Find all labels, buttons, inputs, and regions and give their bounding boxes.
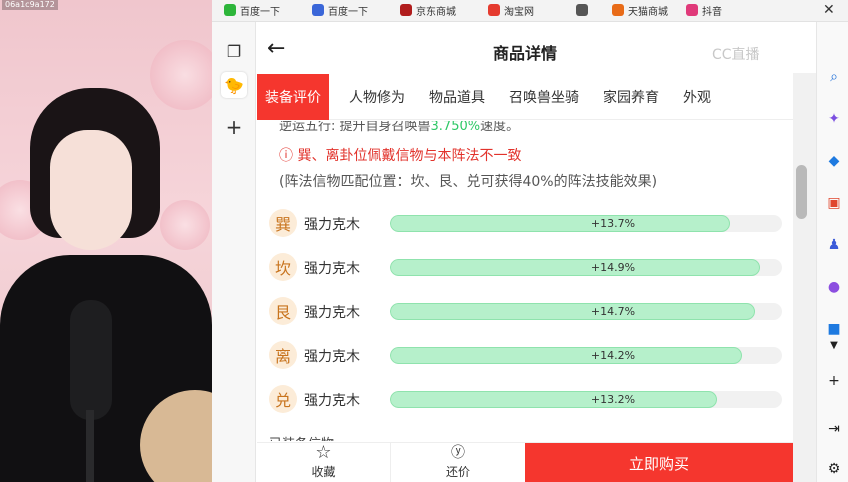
category-tabs: 装备评价 人物修为 物品道具 召唤兽坐骑 家园养育 外观 [257, 74, 793, 120]
progress-track: +14.7% [390, 303, 782, 320]
progress-value: +14.7% [590, 305, 636, 318]
row-label: 强力克木 [304, 393, 360, 409]
trigram-badge: 兑 [269, 385, 297, 413]
tab-appearance[interactable]: 外观 [683, 74, 711, 120]
tab-summon-mount[interactable]: 召唤兽坐骑 [509, 74, 579, 120]
add-icon[interactable]: + [221, 114, 247, 140]
sidebar-toggle-icon[interactable]: ⇥ [825, 420, 843, 438]
bookmark-item[interactable]: 京东商城 [400, 3, 456, 18]
user-icon[interactable]: ♟ [825, 236, 843, 254]
detail-content: 逆运五行: 提升自身召唤兽3.750%速度。 ⓘ 巽、离卦位佩戴信物与本阵法不一… [257, 121, 793, 441]
toolbox-icon[interactable]: ▣ [825, 194, 843, 212]
bookmark-item[interactable]: 百度一下 [224, 3, 280, 18]
bookmark-item[interactable]: 天猫商城 [612, 3, 668, 18]
add-icon[interactable]: + [825, 372, 843, 390]
stream-watermark: CC直播 [712, 47, 760, 63]
trigram-row: 兑 强力克木 +13.2% [269, 385, 783, 415]
match-note: (阵法信物匹配位置：坎、艮、兑可获得40%的阵法技能效果) [279, 174, 658, 190]
bookmark-item[interactable]: 淘宝网 [488, 3, 534, 18]
page-header: ← 商品详情 CC直播 [257, 32, 793, 70]
tab-home-raising[interactable]: 家园养育 [603, 74, 659, 120]
trigram-row: 离 强力克木 +14.2% [269, 341, 783, 371]
yen-circle-icon: ⓨ [451, 445, 465, 461]
tab-items-props[interactable]: 物品道具 [429, 74, 485, 120]
product-detail-page: ← 商品详情 CC直播 装备评价 人物修为 物品道具 召唤兽坐骑 家园养育 外观… [257, 22, 793, 482]
formation-effect-line: 逆运五行: 提升自身召唤兽3.750%速度。 [279, 121, 520, 134]
browser-right-rail: ⌕ ✦ ◆ ▣ ♟ ● ■ ▼ + ⇥ ⚙ [816, 22, 848, 482]
progress-value: +13.7% [590, 217, 636, 230]
buy-now-button[interactable]: 立即购买 [525, 443, 793, 482]
collect-button[interactable]: ☆ 收藏 [257, 443, 391, 482]
tab-overview-icon[interactable]: ❐ [221, 38, 247, 64]
bookmark-icon [576, 4, 588, 16]
scrollbar-thumb[interactable] [796, 165, 807, 219]
trigram-badge: 离 [269, 341, 297, 369]
microphone [70, 300, 112, 420]
bookmark-icon [686, 4, 698, 16]
search-icon[interactable]: ⌕ [825, 68, 843, 86]
row-label: 强力克木 [304, 349, 360, 365]
progress-track: +14.2% [390, 347, 782, 364]
bookmark-icon [400, 4, 412, 16]
bottom-action-bar: ☆ 收藏 ⓨ 还价 立即购买 [257, 442, 793, 482]
close-icon[interactable]: ✕ [823, 2, 835, 18]
progress-track: +14.9% [390, 259, 782, 276]
orb-icon[interactable]: ● [825, 278, 843, 296]
bookmark-item[interactable]: 百度一下 [312, 3, 368, 18]
bookmark-icon [312, 4, 324, 16]
microphone-stand [86, 410, 94, 482]
bookmark-icon [224, 4, 236, 16]
equipped-token-heading: 已装备信物 [269, 433, 334, 441]
extension-app-icon[interactable]: 🐤 [221, 72, 247, 98]
webcam-feed: 06a1c9a172 [0, 0, 212, 482]
bookmark-item[interactable]: 抖音 [686, 3, 722, 18]
bargain-button[interactable]: ⓨ 还价 [391, 443, 525, 482]
tag-icon[interactable]: ◆ [825, 152, 843, 170]
trigram-row: 巽 强力克木 +13.7% [269, 209, 783, 239]
tab-equipment-review[interactable]: 装备评价 [257, 74, 329, 120]
scrollbar[interactable] [793, 73, 816, 482]
bookmark-icon [488, 4, 500, 16]
camera-overlay-label: 06a1c9a172 [2, 0, 58, 10]
progress-value: +14.2% [590, 349, 636, 362]
bookmark-item[interactable] [576, 3, 592, 17]
progress-value: +14.9% [590, 261, 636, 274]
bookmark-icon [612, 4, 624, 16]
trigram-row: 坎 强力克木 +14.9% [269, 253, 783, 283]
row-label: 强力克木 [304, 261, 360, 277]
star-icon: ☆ [315, 442, 332, 463]
tab-character-cultivation[interactable]: 人物修为 [349, 74, 405, 120]
trigram-row: 艮 强力克木 +14.7% [269, 297, 783, 327]
progress-track: +13.7% [390, 215, 782, 232]
bookmarks-bar: 百度一下 百度一下 京东商城 淘宝网 天猫商城 抖音 [212, 0, 848, 22]
wall-decoration [160, 200, 210, 250]
progress-value: +13.2% [590, 393, 636, 406]
trigram-badge: 艮 [269, 297, 297, 325]
settings-gear-icon[interactable]: ⚙ [825, 460, 843, 478]
wall-decoration [150, 40, 212, 110]
screen: 06a1c9a172 百度一下 百度一下 京东商城 淘宝网 天猫商城 抖音 ✕ … [0, 0, 848, 482]
progress-track: +13.2% [390, 391, 782, 408]
chevron-down-icon[interactable]: ▼ [825, 336, 843, 354]
row-label: 强力克木 [304, 305, 360, 321]
warning-circle-icon: ⓘ [279, 148, 298, 164]
row-label: 强力克木 [304, 217, 360, 233]
sparkle-icon[interactable]: ✦ [825, 110, 843, 128]
person-face [50, 130, 132, 250]
browser-left-rail: ❐ 🐤 + [212, 22, 256, 482]
trigram-badge: 坎 [269, 253, 297, 281]
trigram-badge: 巽 [269, 209, 297, 237]
mismatch-warning: ⓘ 巽、离卦位佩戴信物与本阵法不一致 [279, 148, 522, 164]
